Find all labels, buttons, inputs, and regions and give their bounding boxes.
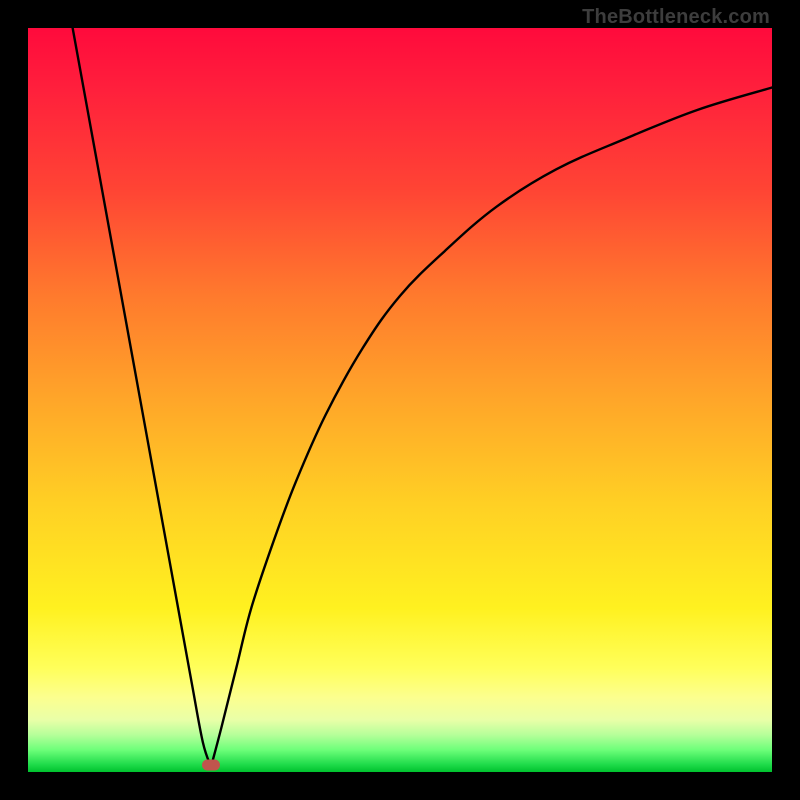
plot-area (28, 28, 772, 772)
curve-layer (28, 28, 772, 772)
bottleneck-marker (202, 760, 220, 771)
curve-right-branch (211, 88, 772, 767)
chart-frame: TheBottleneck.com (0, 0, 800, 800)
watermark-text: TheBottleneck.com (582, 6, 770, 29)
curve-left-branch (73, 28, 211, 767)
